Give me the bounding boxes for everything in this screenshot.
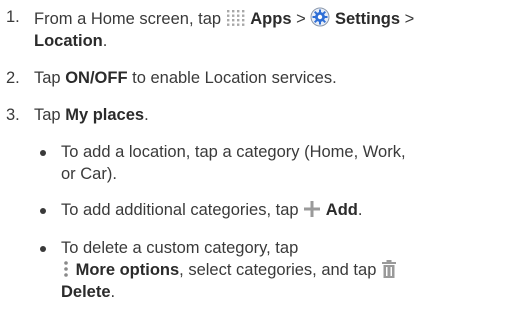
bullet-2-period: . <box>357 201 363 219</box>
bullet-2-text: To add additional categories, tap <box>61 201 299 219</box>
settings-label: Settings <box>334 10 401 28</box>
step-3-text-a: Tap <box>34 106 61 124</box>
bullet-3-text: , select categories, and tap <box>179 261 377 279</box>
bullet-3-line-2: More options, select categories, and tap <box>61 260 397 281</box>
add-label: Add <box>325 201 358 219</box>
step-2-text-a: Tap <box>34 69 61 87</box>
step-1-number: 1. <box>6 8 20 26</box>
location-label: Location <box>34 32 103 50</box>
step-2-line: Tap ON/OFF to enable Location services. <box>34 68 337 89</box>
bullet-2-dot <box>40 208 46 214</box>
period: . <box>102 32 108 50</box>
bullet-3-line-3: Delete. <box>61 282 115 303</box>
separator: > <box>296 10 306 28</box>
bullet-1-line-2: or Car). <box>61 165 117 183</box>
bullet-2-line: To add additional categories, tap Add. <box>61 200 362 221</box>
bullet-1-line-1: To add a location, tap a category (Home,… <box>61 143 406 161</box>
delete-label: Delete <box>61 283 111 301</box>
step-3-line: Tap My places. <box>34 105 149 126</box>
step-3-number: 3. <box>6 106 20 124</box>
step-3-period: . <box>144 106 149 124</box>
step-2-text-b: to enable Location services. <box>132 69 337 87</box>
bullet-1-dot <box>40 150 46 156</box>
onoff-label: ON/OFF <box>65 69 128 87</box>
step-1-line-1: From a Home screen, tap Apps > Settings … <box>34 7 414 30</box>
apps-grid-icon <box>226 9 246 27</box>
bullet-3-line-1: To delete a custom category, tap <box>61 239 299 257</box>
bullet-3-period: . <box>110 283 116 301</box>
bullet-3-dot <box>40 246 46 252</box>
step-1-line-2: Location. <box>34 31 107 52</box>
my-places-label: My places <box>65 106 145 124</box>
add-plus-icon <box>303 200 321 218</box>
step-1-text: From a Home screen, tap <box>34 10 222 28</box>
apps-label: Apps <box>250 10 292 28</box>
trash-icon <box>381 260 397 278</box>
step-2-number: 2. <box>6 69 20 87</box>
more-options-label: More options <box>75 261 180 279</box>
settings-gear-icon <box>310 7 330 27</box>
more-options-icon <box>61 260 71 278</box>
separator: > <box>404 10 415 28</box>
